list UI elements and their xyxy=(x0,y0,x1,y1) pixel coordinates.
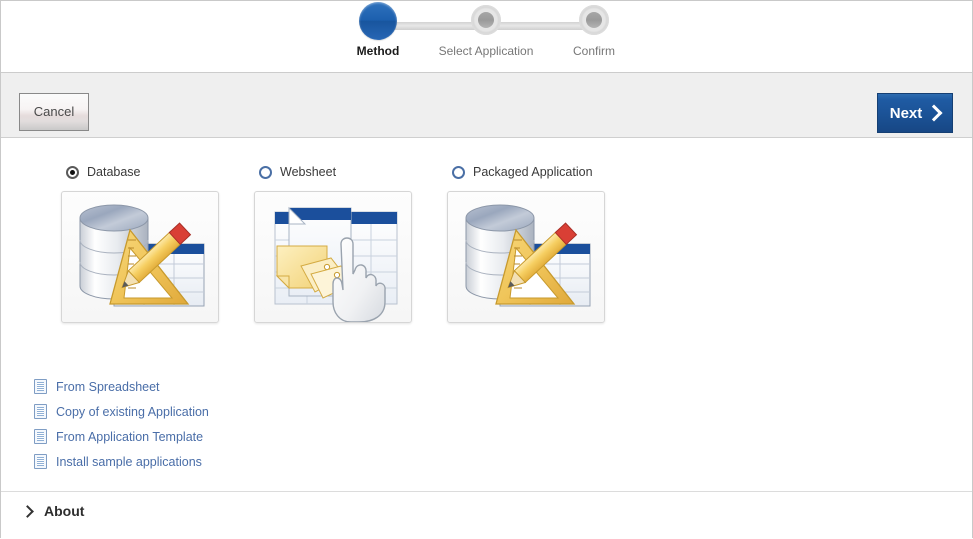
link-from-spreadsheet[interactable]: From Spreadsheet xyxy=(34,374,209,399)
radio-database[interactable] xyxy=(66,165,79,179)
document-icon xyxy=(34,379,47,394)
main-content: Database Websheet Packaged Application F… xyxy=(1,138,972,491)
chevron-right-icon xyxy=(21,504,34,518)
wizard-toolbar: Cancel Next xyxy=(1,72,972,138)
step-dot-inactive-icon xyxy=(471,5,501,35)
method-label-database: Database xyxy=(87,165,141,179)
document-icon xyxy=(34,454,47,469)
websheet-hand-icon xyxy=(274,206,398,322)
next-button-label: Next xyxy=(889,104,923,122)
wizard-step-label-confirm: Confirm xyxy=(572,44,616,58)
method-tile-websheet[interactable] xyxy=(254,191,412,323)
link-label: Copy of existing Application xyxy=(56,404,209,419)
about-section: About xyxy=(1,491,972,539)
radio-websheet[interactable] xyxy=(259,165,272,179)
method-options: Database Websheet Packaged Application xyxy=(1,163,972,353)
document-icon xyxy=(34,429,47,444)
wizard-page: Method Select Application Confirm Cancel… xyxy=(0,0,973,539)
cancel-button[interactable]: Cancel xyxy=(19,93,89,131)
chevron-right-icon xyxy=(925,104,943,121)
link-copy-of-existing-application[interactable]: Copy of existing Application xyxy=(34,399,209,424)
method-option-websheet[interactable]: Websheet xyxy=(254,163,412,323)
method-label-packaged-application: Packaged Application xyxy=(473,165,593,179)
wizard-step-label-select-application: Select Application xyxy=(438,44,534,58)
wizard-progress-train: Method Select Application Confirm xyxy=(1,1,972,72)
about-label: About xyxy=(44,503,85,519)
radio-packaged-application[interactable] xyxy=(452,165,465,179)
method-radio-row-database[interactable]: Database xyxy=(66,163,219,181)
about-toggle[interactable]: About xyxy=(21,503,84,519)
document-icon xyxy=(34,404,47,419)
method-label-websheet: Websheet xyxy=(280,165,337,179)
link-label: From Application Template xyxy=(56,429,204,444)
method-option-packaged-application[interactable]: Packaged Application xyxy=(447,163,605,323)
method-option-database[interactable]: Database xyxy=(61,163,219,323)
method-tile-database[interactable] xyxy=(61,191,219,323)
database-design-icon xyxy=(465,204,591,307)
method-tile-packaged-application[interactable] xyxy=(447,191,605,323)
step-dot-active-icon xyxy=(359,2,397,40)
quick-links-list: From Spreadsheet Copy of existing Applic… xyxy=(34,374,209,474)
method-radio-row-packaged-application[interactable]: Packaged Application xyxy=(452,163,605,181)
method-radio-row-websheet[interactable]: Websheet xyxy=(259,163,412,181)
link-label: Install sample applications xyxy=(56,454,202,469)
next-button[interactable]: Next xyxy=(877,93,953,133)
step-dot-inactive-icon xyxy=(579,5,609,35)
link-from-application-template[interactable]: From Application Template xyxy=(34,424,209,449)
wizard-step-label-method: Method xyxy=(356,44,400,58)
link-install-sample-applications[interactable]: Install sample applications xyxy=(34,449,209,474)
progress-train: Method Select Application Confirm xyxy=(356,2,616,69)
database-design-icon xyxy=(79,204,205,307)
link-label: From Spreadsheet xyxy=(56,379,160,394)
